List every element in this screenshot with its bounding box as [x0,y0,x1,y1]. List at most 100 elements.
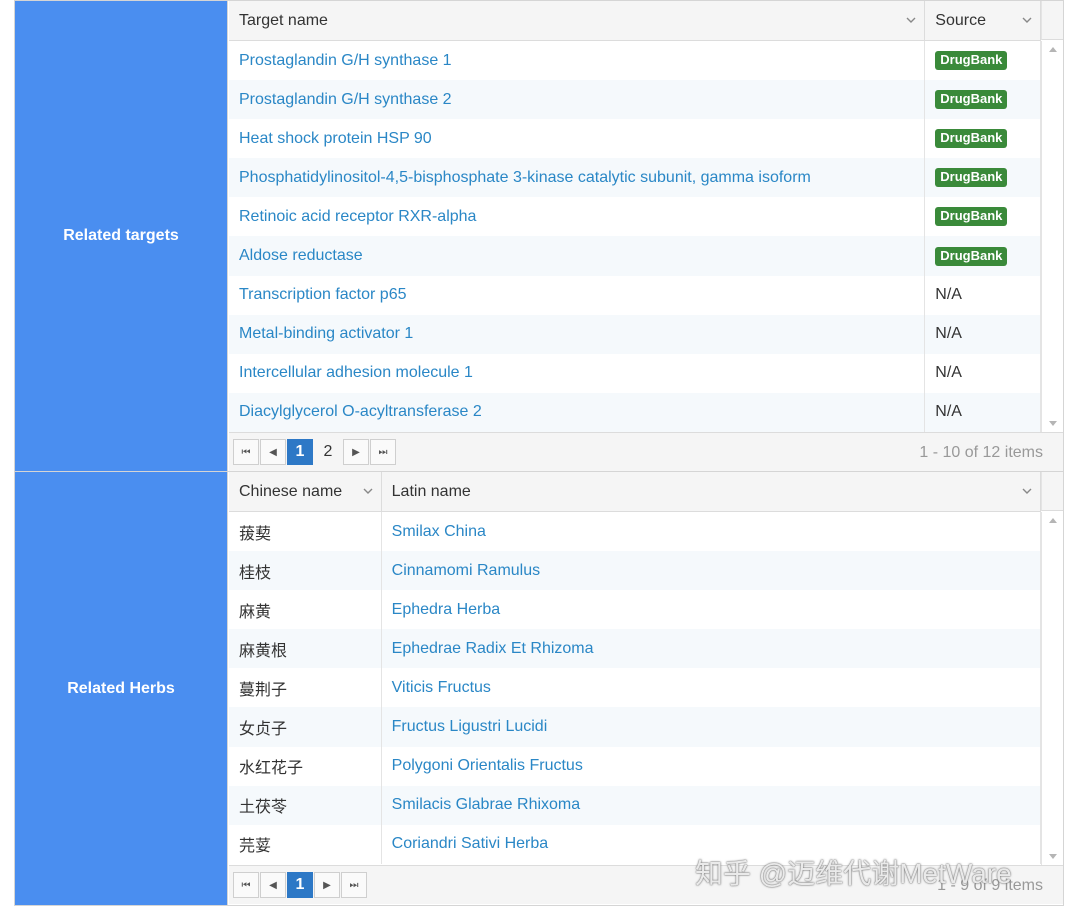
table-row[interactable]: Metal-binding activator 1 N/A [229,314,1041,354]
source-cell: N/A [925,353,1041,393]
scroll-up-icon[interactable] [1049,47,1057,52]
page-1-button[interactable]: 1 [287,872,313,898]
source-cell: DrugBank [925,119,1041,159]
table-row[interactable]: 麻黄 Ephedra Herba [229,590,1041,630]
target-link[interactable]: Intercellular adhesion molecule 1 [239,364,473,382]
herb-link[interactable]: Viticis Fructus [392,679,491,697]
last-page-icon[interactable]: ⏭ [341,872,367,898]
target-name-cell: Diacylglycerol O-acyltransferase 2 [229,392,926,432]
table-row[interactable]: Heat shock protein HSP 90 DrugBank [229,119,1041,159]
herbs-scrollbar[interactable] [1041,512,1063,865]
table-row[interactable]: 蔓荆子 Viticis Fructus [229,668,1041,708]
target-name-cell: Prostaglandin G/H synthase 2 [229,80,926,120]
scroll-down-icon[interactable] [1049,421,1057,426]
source-cell: N/A [925,275,1041,315]
scroll-down-icon[interactable] [1049,854,1057,859]
table-row[interactable]: Retinoic acid receptor RXR-alpha DrugBank [229,197,1041,237]
next-page-icon[interactable]: ▶ [314,872,340,898]
column-header-label: Source [935,11,986,29]
related-herbs-section: Related Herbs Chinese name Latin name 菝葜… [15,472,1063,905]
source-cell: DrugBank [925,80,1041,120]
targets-body: Prostaglandin G/H synthase 1 DrugBank Pros… [229,41,1041,432]
related-targets-section: Related targets Target name Source Prost… [15,1,1063,472]
source-cell: DrugBank [925,41,1041,81]
table-row[interactable]: Prostaglandin G/H synthase 2 DrugBank [229,80,1041,120]
herb-link[interactable]: Ephedrae Radix Et Rhizoma [392,640,594,658]
last-page-icon[interactable]: ⏭ [370,439,396,465]
target-link[interactable]: Heat shock protein HSP 90 [239,130,432,148]
table-row[interactable]: Diacylglycerol O-acyltransferase 2 N/A [229,392,1041,432]
target-name-cell: Phosphatidylinositol-4,5-bisphosphate 3-… [229,158,926,198]
page-1-button[interactable]: 1 [287,439,313,465]
drugbank-badge: DrugBank [935,90,1008,110]
column-header-label: Chinese name [239,482,343,500]
chevron-down-icon[interactable] [906,15,916,25]
target-link[interactable]: Phosphatidylinositol-4,5-bisphosphate 3-… [239,169,811,187]
source-text: N/A [935,325,962,343]
latin-name-cell: Polygoni Orientalis Fructus [382,746,1041,786]
pager-info: 1 - 10 of 12 items [919,444,1043,461]
targets-grid: Target name Source Prostaglandin G/H syn… [229,1,1063,471]
chevron-down-icon[interactable] [1022,486,1032,496]
chevron-down-icon[interactable] [363,486,373,496]
table-row[interactable]: 桂枝 Cinnamomi Ramulus [229,551,1041,591]
herb-link[interactable]: Fructus Ligustri Lucidi [392,718,548,736]
prev-page-icon[interactable]: ◀ [260,872,286,898]
drugbank-badge: DrugBank [935,51,1008,71]
page-2-button[interactable]: 2 [314,439,342,465]
source-cell: DrugBank [925,197,1041,237]
herb-link[interactable]: Coriandri Sativi Herba [392,835,549,853]
table-row[interactable]: Aldose reductase DrugBank [229,236,1041,276]
table-row[interactable]: Transcription factor p65 N/A [229,275,1041,315]
column-header-latin-name[interactable]: Latin name [382,472,1041,511]
target-link[interactable]: Prostaglandin G/H synthase 2 [239,91,452,109]
chevron-down-icon[interactable] [1022,15,1032,25]
column-header-label: Latin name [391,482,471,500]
next-page-icon[interactable]: ▶ [343,439,369,465]
table-row[interactable]: 菝葜 Smilax China [229,512,1041,552]
target-link[interactable]: Metal-binding activator 1 [239,325,413,343]
source-text: N/A [935,364,962,382]
latin-name-cell: Viticis Fructus [382,668,1041,708]
drugbank-badge: DrugBank [935,168,1008,188]
prev-page-icon[interactable]: ◀ [260,439,286,465]
watermark: 知乎 @迈维代谢MetWare [695,858,1012,889]
latin-name-cell: Ephedra Herba [382,590,1041,630]
table-row[interactable]: 水红花子 Polygoni Orientalis Fructus [229,746,1041,786]
column-header-chinese-name[interactable]: Chinese name [229,472,382,511]
first-page-icon[interactable]: ⏮ [233,872,259,898]
target-link[interactable]: Aldose reductase [239,247,363,265]
chinese-name-cell: 蔓荆子 [229,668,382,708]
target-name-cell: Retinoic acid receptor RXR-alpha [229,197,926,237]
chinese-name-cell: 水红花子 [229,746,382,786]
target-link[interactable]: Diacylglycerol O-acyltransferase 2 [239,403,482,421]
herb-link[interactable]: Smilax China [392,523,486,541]
herb-link[interactable]: Ephedra Herba [392,601,501,619]
table-row[interactable]: Phosphatidylinositol-4,5-bisphosphate 3-… [229,158,1041,198]
targets-scrollbar[interactable] [1041,41,1063,432]
target-name-cell: Aldose reductase [229,236,926,276]
table-row[interactable]: 麻黄根 Ephedrae Radix Et Rhizoma [229,629,1041,669]
table-row[interactable]: Intercellular adhesion molecule 1 N/A [229,353,1041,393]
target-link[interactable]: Transcription factor p65 [239,286,406,304]
target-name-cell: Metal-binding activator 1 [229,314,926,354]
herb-link[interactable]: Smilacis Glabrae Rhixoma [392,796,581,814]
table-row[interactable]: 女贞子 Fructus Ligustri Lucidi [229,707,1041,747]
target-name-cell: Heat shock protein HSP 90 [229,119,926,159]
herb-link[interactable]: Cinnamomi Ramulus [392,562,541,580]
latin-name-cell: Cinnamomi Ramulus [382,551,1041,591]
chinese-name-cell: 麻黄 [229,590,382,630]
table-row[interactable]: Prostaglandin G/H synthase 1 DrugBank [229,41,1041,81]
chinese-name-cell: 芫荽 [229,824,382,864]
latin-name-cell: Smilacis Glabrae Rhixoma [382,785,1041,825]
first-page-icon[interactable]: ⏮ [233,439,259,465]
target-link[interactable]: Retinoic acid receptor RXR-alpha [239,208,476,226]
column-header-source[interactable]: Source [925,1,1041,40]
column-header-target-name[interactable]: Target name [229,1,926,40]
target-name-cell: Transcription factor p65 [229,275,926,315]
source-text: N/A [935,286,962,304]
scroll-up-icon[interactable] [1049,518,1057,523]
herb-link[interactable]: Polygoni Orientalis Fructus [392,757,583,775]
target-link[interactable]: Prostaglandin G/H synthase 1 [239,52,452,70]
table-row[interactable]: 土茯苓 Smilacis Glabrae Rhixoma [229,785,1041,825]
